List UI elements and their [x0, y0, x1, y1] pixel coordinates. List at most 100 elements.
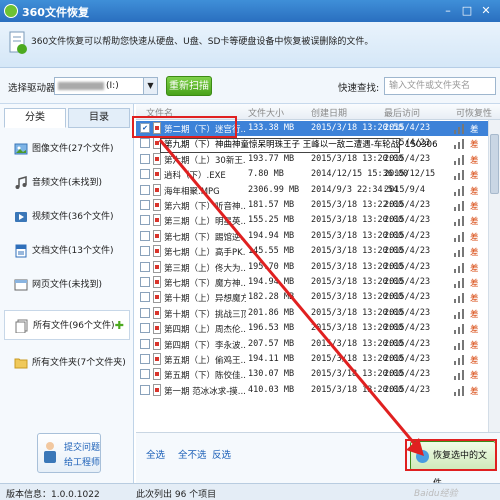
expand-plus-icon[interactable]: ✚	[115, 311, 124, 341]
last-accessed: 2015/9/4	[384, 184, 425, 195]
signal-bars-icon	[454, 185, 468, 196]
signal-bars-icon	[454, 138, 468, 150]
row-checkbox[interactable]	[140, 384, 150, 395]
table-row[interactable]: 第三期（上）明星英... 155.25 MB 2015/3/18 13:20:00 2…	[136, 213, 488, 228]
select-all-link[interactable]: 全选	[146, 447, 165, 461]
table-row[interactable]: 第十期（上）异想魔方...182.28 MB2015/3/18 13:20:00…	[136, 290, 488, 305]
table-row[interactable]: 第一期 范冰冰求-摸... 410.03 MB 2015/3/18 13:20:00…	[136, 383, 488, 398]
row-checkbox[interactable]	[140, 215, 150, 226]
tab-directory[interactable]: 目录	[68, 108, 130, 128]
row-checkbox[interactable]	[140, 138, 150, 149]
scroll-thumb[interactable]	[490, 134, 499, 194]
column-header-recoverability[interactable]: 可恢复性	[456, 106, 492, 119]
last-accessed: 2015/4/23	[384, 215, 431, 226]
sidebar-item-all-files[interactable]: 所有文件(96个文件) ✚	[4, 310, 130, 340]
recoverability: 差	[470, 202, 479, 212]
sidebar-item-label: 视频文件(36个文件)	[32, 212, 114, 222]
music-note-icon	[15, 176, 27, 189]
row-checkbox[interactable]	[140, 153, 150, 164]
video-file-icon	[153, 260, 161, 273]
close-icon[interactable]: ✕	[478, 3, 494, 18]
select-none-link[interactable]: 全不选	[178, 447, 207, 461]
chevron-down-icon[interactable]: ▼	[143, 78, 157, 94]
recover-icon	[416, 450, 429, 463]
submit-feedback-button[interactable]: 提交问题 给工程师	[37, 433, 101, 473]
item-count: 此次列出 96 个项目	[136, 490, 217, 500]
row-checkbox[interactable]	[140, 184, 150, 195]
table-row[interactable]: 第七期（下）魔方神... 194.94 MB 2015/3/18 13:20:00 2…	[136, 275, 488, 290]
recoverability: 差	[470, 386, 479, 397]
column-header-size[interactable]: 文件大小	[248, 106, 284, 119]
file-name: 第三期（上）明星英...	[164, 217, 246, 228]
tab-category[interactable]: 分类	[4, 108, 66, 128]
maximize-icon[interactable]: □	[459, 3, 475, 18]
video-file-icon	[153, 168, 161, 181]
signal-bars-icon	[454, 369, 468, 381]
table-row[interactable]: 第三期（上）佟大为... 195.70 MB 2015/3/18 13:20:00 2…	[136, 260, 488, 275]
help-line2: 给工程师	[64, 458, 101, 468]
search-input[interactable]: 输入文件或文件夹名	[384, 77, 496, 95]
row-checkbox[interactable]	[140, 277, 150, 287]
vertical-scrollbar[interactable]	[488, 120, 500, 432]
row-checkbox[interactable]	[140, 200, 150, 210]
table-row[interactable]: 第七期（上）高手PK... 145.55 MB 2015/3/18 13:20:00…	[136, 244, 488, 259]
row-checkbox[interactable]	[140, 338, 150, 349]
sidebar-item-audio[interactable]: 音频文件(未找到)	[4, 168, 130, 198]
minimize-icon[interactable]: –	[440, 3, 456, 18]
row-checkbox[interactable]	[140, 323, 150, 334]
row-checkbox[interactable]	[140, 307, 150, 318]
table-row[interactable]: 第五期（下）陈佼佳... 130.07 MB 2015/3/18 13:20:00 2…	[136, 367, 488, 382]
file-size: 201.86 MB	[248, 307, 295, 318]
filename-tooltip: 第九期（下）神曲神童惊呆明珠王子 王峰以一敌二遭遇-车轮战- 150306	[160, 138, 438, 153]
quick-search-label: 快速查找:	[338, 83, 380, 94]
video-file-icon	[153, 276, 161, 288]
signal-bars-icon	[454, 308, 468, 319]
sidebar-item-label: 音频文件(未找到)	[32, 178, 103, 188]
table-row[interactable]: ✔ 第二期（下）迷宫行... 133.38 MB 2015/3/18 13:20:58…	[136, 121, 488, 137]
video-file-icon	[153, 353, 161, 365]
table-row[interactable]: 第五期（上）偷鸡王... 194.11 MB 2015/3/18 13:20:00 2…	[136, 352, 488, 367]
file-name: 第四期（下）李永波...	[164, 340, 246, 351]
rescan-button[interactable]: 重新扫描	[166, 76, 212, 96]
column-header-accessed[interactable]: 最后访问	[384, 106, 420, 119]
row-checkbox[interactable]	[140, 230, 150, 241]
sidebar-item-documents[interactable]: 文档文件(13个文件)	[4, 236, 130, 266]
sidebar-item-label: 所有文件夹(7个文件夹)	[32, 358, 126, 368]
recover-selected-button[interactable]: 恢复选中的文件	[410, 441, 496, 489]
row-checkbox[interactable]	[140, 369, 150, 380]
last-accessed: 2015/4/23	[384, 307, 431, 318]
sidebar-item-video[interactable]: 视频文件(36个文件)	[4, 202, 130, 232]
table-row[interactable]: 第六期（上）30新王... 193.77 MB 2015/3/18 13:20:00…	[136, 152, 488, 167]
table-row[interactable]: 第十期（下）挑战三顶...201.86 MB2015/3/18 13:20:00…	[136, 306, 488, 321]
sidebar-item-images[interactable]: 图像文件(27个文件)	[4, 134, 130, 164]
table-row[interactable]: 海年相聚.MPG 2306.99 MB 2014/9/3 22:34:54 2015/…	[136, 183, 488, 198]
sidebar-item-web[interactable]: 网页文件(未找到)	[4, 270, 130, 300]
file-name: 第七期（下）魔方神...	[164, 279, 246, 289]
invert-selection-link[interactable]: 反选	[212, 447, 231, 461]
table-row[interactable]: 第四期（上）周杰伦... 196.53 MB 2015/3/18 13:20:00 2…	[136, 321, 488, 336]
video-file-icon	[153, 383, 161, 396]
web-file-icon	[14, 279, 28, 291]
app-description: 360文件恢复可以帮助您快速从硬盘、U盘、SD卡等硬盘设备中恢复被误删除的文件。	[31, 37, 374, 47]
row-checkbox[interactable]	[140, 354, 150, 364]
sidebar-item-all-folders[interactable]: 所有文件夹(7个文件夹)	[4, 348, 130, 378]
table-row[interactable]: 第四期（下）李永波... 207.57 MB 2015/3/18 13:20:00 2…	[136, 337, 488, 352]
last-accessed: 2015/4/23	[384, 246, 431, 257]
signal-bars-icon	[454, 339, 468, 350]
table-row[interactable]: 第七期（下）踢馆逆... 194.94 MB 2015/3/18 13:20:00 2…	[136, 229, 488, 244]
row-checkbox[interactable]	[140, 246, 150, 257]
file-size: 196.53 MB	[248, 323, 295, 334]
table-row[interactable]: 第六期（下）听音神... 181.57 MB 2015/3/18 13:22:00 2…	[136, 198, 488, 213]
column-header-name[interactable]: 文件名	[146, 106, 173, 119]
recoverability: 差	[470, 294, 479, 305]
file-name: 第六期（下）听音神...	[164, 202, 246, 212]
row-checkbox[interactable]	[140, 292, 150, 303]
drive-select[interactable]: (I:) ▼	[54, 77, 158, 95]
table-row[interactable]: 逍科（下）.EXE 7.80 MB 2014/12/15 15:36:00 2015/…	[136, 167, 488, 182]
column-header-created[interactable]: 创建日期	[311, 106, 347, 119]
row-checkbox[interactable]	[140, 169, 150, 180]
last-accessed: 2015/4/23	[384, 200, 431, 210]
signal-bars-icon	[454, 215, 468, 227]
row-checkbox[interactable]	[140, 261, 150, 272]
row-checkbox[interactable]: ✔	[140, 123, 150, 133]
